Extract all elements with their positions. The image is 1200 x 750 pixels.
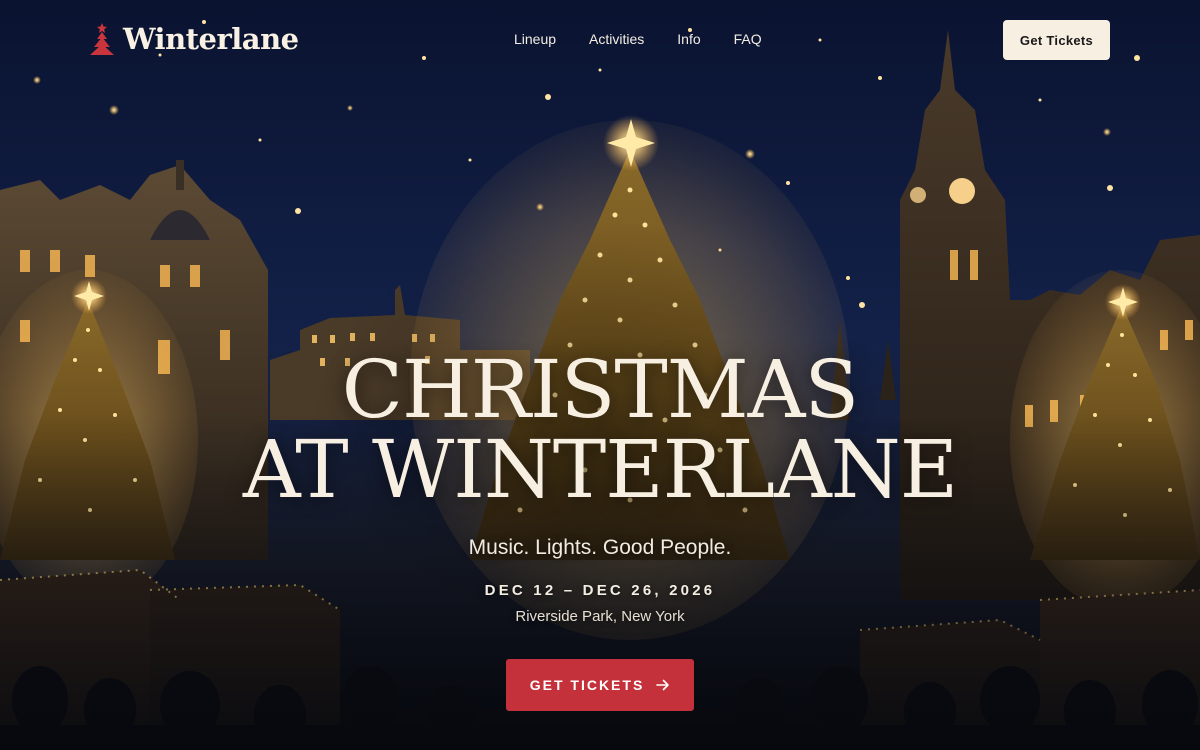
- get-tickets-nav-button[interactable]: Get Tickets: [1003, 20, 1110, 60]
- nav-link-info[interactable]: Info: [677, 31, 700, 47]
- brand-name: Winterlane: [123, 22, 299, 56]
- nav-link-activities[interactable]: Activities: [589, 31, 644, 47]
- christmas-tree-icon: [90, 23, 114, 55]
- hero-title: CHRISTMAS AT WINTERLANE: [0, 350, 1200, 510]
- event-location: Riverside Park, New York: [515, 608, 685, 625]
- hero-title-line-1: CHRISTMAS: [341, 343, 859, 436]
- brand[interactable]: Winterlane: [88, 21, 299, 57]
- get-tickets-hero-label: GET TICKETS: [529, 677, 645, 693]
- arrow-right-icon: [656, 679, 670, 691]
- get-tickets-hero-button[interactable]: GET TICKETS: [506, 659, 694, 711]
- nav-link-faq[interactable]: FAQ: [734, 31, 762, 47]
- hero: CHRISTMAS AT WINTERLANE Music. Lights. G…: [0, 350, 1200, 711]
- nav-link-lineup[interactable]: Lineup: [514, 31, 556, 47]
- event-dates: DEC 12 – DEC 26, 2026: [484, 582, 716, 599]
- hero-title-line-2: AT WINTERLANE: [242, 423, 958, 516]
- hero-subtitle: Music. Lights. Good People.: [468, 536, 732, 559]
- top-navigation: Winterlane Lineup Activities Info FAQ Ge…: [0, 0, 1200, 80]
- main-menu: Lineup Activities Info FAQ: [514, 31, 762, 47]
